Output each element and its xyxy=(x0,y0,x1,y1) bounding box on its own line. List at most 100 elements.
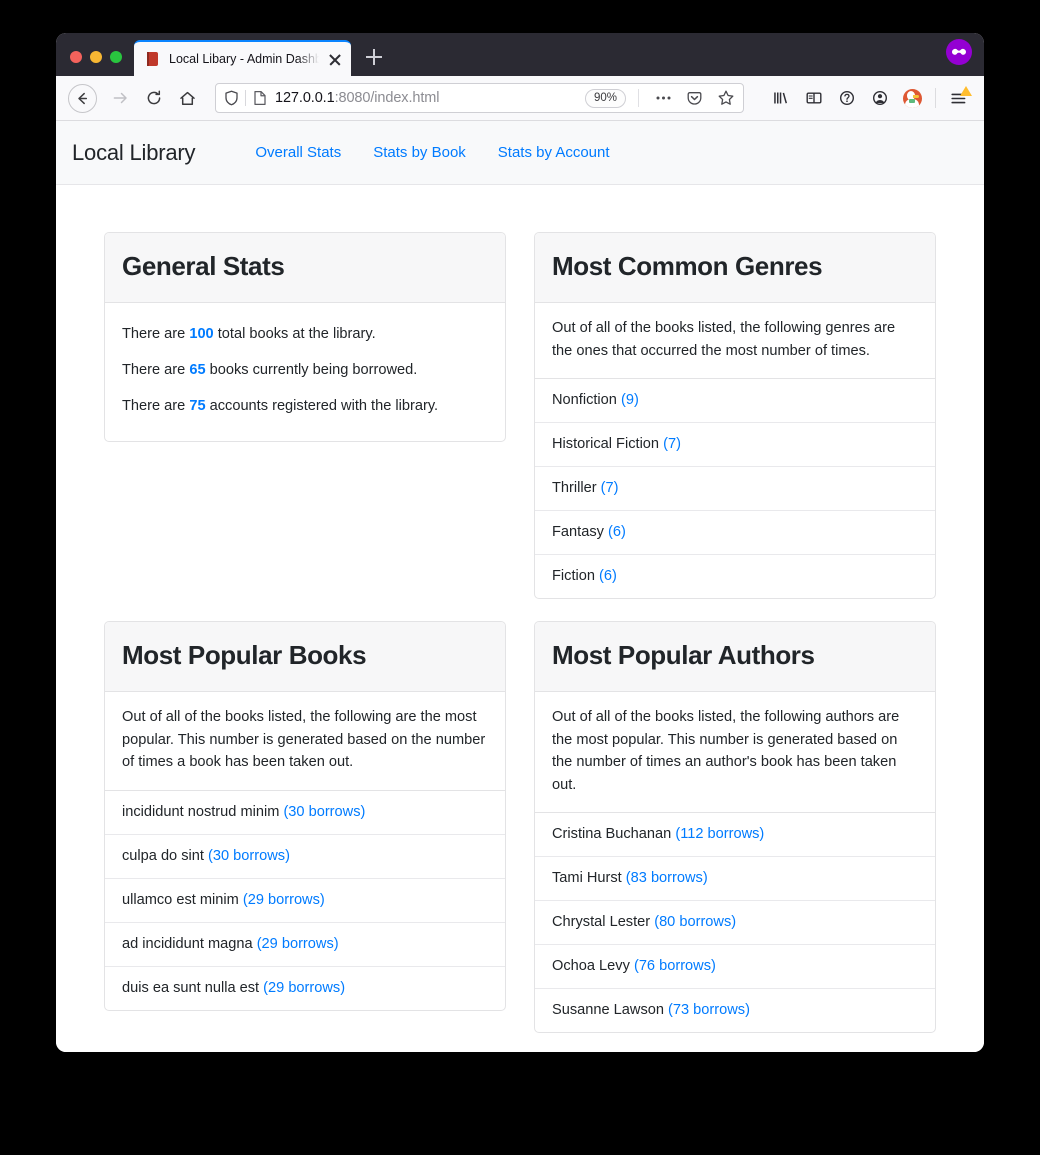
list-item[interactable]: Susanne Lawson (73 borrows) xyxy=(535,989,935,1032)
nav-link-stats-by-book[interactable]: Stats by Book xyxy=(357,136,482,169)
new-tab-button[interactable] xyxy=(359,42,389,72)
genre-name: Nonfiction xyxy=(552,392,617,409)
list-item[interactable]: Thriller (7) xyxy=(535,467,935,512)
book-title: incididunt nostrud minim xyxy=(122,803,280,820)
nav-link-overall-stats[interactable]: Overall Stats xyxy=(239,136,357,169)
zoom-level-badge[interactable]: 90% xyxy=(584,88,626,108)
list-item[interactable]: Nonfiction (9) xyxy=(535,379,935,424)
sync-icon[interactable] xyxy=(831,83,862,114)
back-arrow-icon[interactable] xyxy=(68,83,97,113)
list-item[interactable]: Fiction (6) xyxy=(535,555,935,598)
book-title: ullamco est minim xyxy=(122,891,239,908)
genre-count: (7) xyxy=(663,436,681,453)
stat-borrowed-books: There are 65 books currently being borro… xyxy=(122,353,488,389)
stat-value: 65 xyxy=(189,361,206,378)
stat-text-after: books currently being borrowed. xyxy=(205,361,418,378)
forward-arrow-icon[interactable] xyxy=(103,82,136,115)
book-borrow-count: (29 borrows) xyxy=(242,891,325,908)
list-item[interactable]: Historical Fiction (7) xyxy=(535,423,935,468)
genre-name: Fantasy xyxy=(552,524,604,541)
author-borrow-count: (80 borrows) xyxy=(654,914,737,931)
url-path: :8080/index.html xyxy=(334,90,440,106)
card-title: General Stats xyxy=(122,251,285,281)
duckduckgo-icon[interactable] xyxy=(897,83,928,114)
account-icon[interactable] xyxy=(864,83,895,114)
stat-text-before: There are xyxy=(122,397,190,414)
list-item[interactable]: duis ea sunt nulla est (29 borrows) xyxy=(105,967,505,1010)
book-icon xyxy=(145,51,161,67)
card-header: Most Common Genres xyxy=(535,233,935,303)
card-body: Out of all of the books listed, the foll… xyxy=(105,692,505,790)
author-borrow-count: (83 borrows) xyxy=(625,870,708,887)
page-icon[interactable] xyxy=(253,90,267,106)
list-item[interactable]: Chrystal Lester (80 borrows) xyxy=(535,901,935,946)
stat-text-before: There are xyxy=(122,325,190,342)
close-window-button[interactable] xyxy=(70,51,82,63)
list-item[interactable]: incididunt nostrud minim (30 borrows) xyxy=(105,791,505,835)
card-most-common-genres: Most Common Genres Out of all of the boo… xyxy=(534,232,936,600)
author-name: Ochoa Levy xyxy=(552,958,630,975)
maximize-window-button[interactable] xyxy=(110,51,122,63)
navbar-links: Overall Stats Stats by Book Stats by Acc… xyxy=(239,136,625,169)
list-item[interactable]: ullamco est minim (29 borrows) xyxy=(105,879,505,923)
library-icon[interactable] xyxy=(765,83,796,114)
card-title: Most Popular Books xyxy=(122,640,367,671)
author-borrow-count: (76 borrows) xyxy=(633,958,716,975)
author-name: Chrystal Lester xyxy=(552,914,651,931)
reload-icon[interactable] xyxy=(137,82,170,115)
site-brand[interactable]: Local Library xyxy=(68,140,199,166)
browser-tab[interactable]: Local Libary - Admin Dashboard xyxy=(134,40,351,76)
book-title: ad incididunt magna xyxy=(122,935,253,952)
stat-text-after: accounts registered with the library. xyxy=(205,397,439,414)
ellipsis-icon[interactable] xyxy=(651,86,676,111)
home-icon[interactable] xyxy=(171,82,204,115)
book-borrow-count: (29 borrows) xyxy=(263,979,346,996)
book-title: culpa do sint xyxy=(122,847,204,864)
toolbar-divider xyxy=(935,88,936,108)
author-list: Cristina Buchanan (112 borrows) Tami Hur… xyxy=(535,812,935,1032)
list-item[interactable]: Tami Hurst (83 borrows) xyxy=(535,857,935,902)
card-description: Out of all of the books listed, the foll… xyxy=(552,709,900,793)
close-icon[interactable] xyxy=(327,51,343,67)
card-description: Out of all of the books listed, the foll… xyxy=(552,319,896,359)
card-header: Most Popular Authors xyxy=(535,622,935,692)
nav-link-stats-by-account[interactable]: Stats by Account xyxy=(482,136,626,169)
site-navbar: Local Library Overall Stats Stats by Boo… xyxy=(56,121,984,185)
list-item[interactable]: ad incididunt magna (29 borrows) xyxy=(105,923,505,967)
star-icon[interactable] xyxy=(713,86,738,111)
card-header: General Stats xyxy=(105,233,505,303)
stat-text-before: There are xyxy=(122,361,190,378)
shield-icon[interactable] xyxy=(224,90,239,106)
toolbar-divider xyxy=(638,89,639,107)
sidebar-icon[interactable] xyxy=(798,83,829,114)
address-bar[interactable]: 127.0.0.1:8080/index.html 90% xyxy=(215,83,744,113)
book-borrow-count: (30 borrows) xyxy=(283,803,366,820)
tab-title: Local Libary - Admin Dashboard xyxy=(169,52,319,66)
list-item[interactable]: Cristina Buchanan (112 borrows) xyxy=(535,813,935,858)
page-content: General Stats There are 100 total books … xyxy=(56,185,984,1052)
stat-text-after: total books at the library. xyxy=(213,325,376,342)
mask-icon[interactable] xyxy=(946,39,972,65)
window-controls xyxy=(56,51,134,76)
hamburger-menu-icon[interactable] xyxy=(943,83,974,114)
pocket-icon[interactable] xyxy=(682,86,707,111)
list-item[interactable]: Fantasy (6) xyxy=(535,511,935,556)
card-general-stats: General Stats There are 100 total books … xyxy=(104,232,506,442)
list-item[interactable]: Ochoa Levy (76 borrows) xyxy=(535,945,935,990)
browser-toolbar: 127.0.0.1:8080/index.html 90% xyxy=(56,76,984,121)
card-title: Most Common Genres xyxy=(552,251,823,281)
card-header: Most Popular Books xyxy=(105,622,505,692)
stat-total-books: There are 100 total books at the library… xyxy=(122,317,488,353)
author-name: Cristina Buchanan xyxy=(552,826,672,843)
minimize-window-button[interactable] xyxy=(90,51,102,63)
card-body: Out of all of the books listed, the foll… xyxy=(535,303,935,378)
book-borrow-count: (29 borrows) xyxy=(256,935,339,952)
genre-count: (9) xyxy=(620,392,639,409)
stat-value: 75 xyxy=(189,397,206,414)
list-item[interactable]: culpa do sint (30 borrows) xyxy=(105,835,505,879)
card-description: Out of all of the books listed, the foll… xyxy=(122,709,486,771)
page-viewport: Local Library Overall Stats Stats by Boo… xyxy=(56,121,984,1052)
author-borrow-count: (112 borrows) xyxy=(675,826,765,843)
url-text[interactable]: 127.0.0.1:8080/index.html xyxy=(273,90,579,106)
genre-name: Fiction xyxy=(552,568,595,585)
